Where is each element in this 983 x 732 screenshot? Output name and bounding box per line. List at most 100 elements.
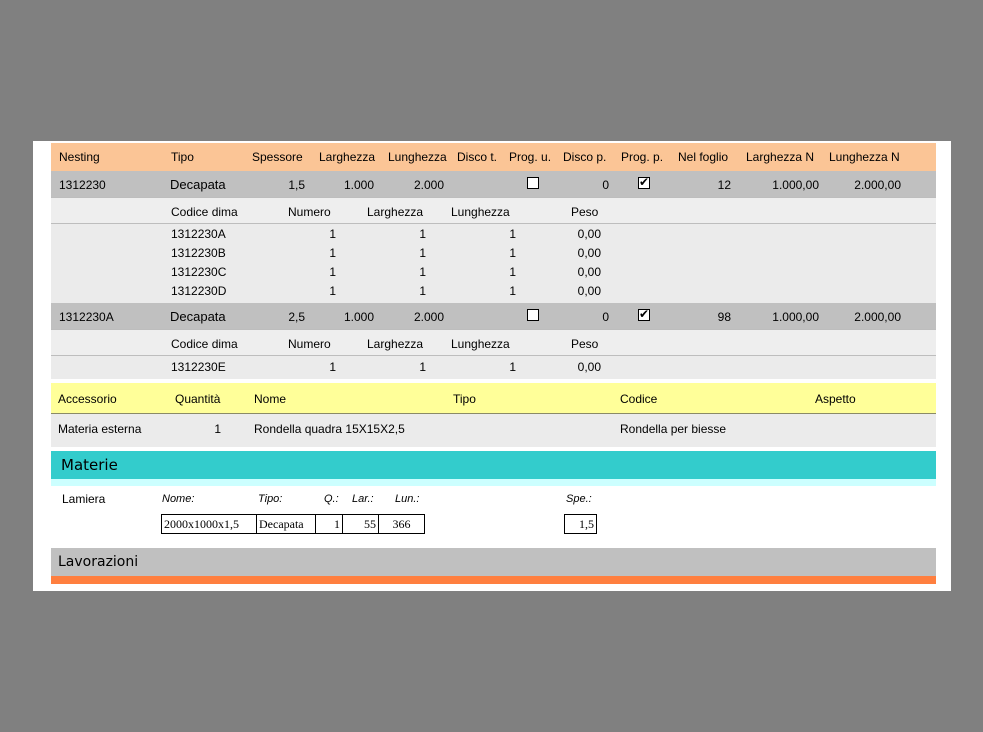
nesting-nel-foglio: 12 <box>717 178 731 192</box>
dima-row: 1312230A 1 1 1 0,00 <box>51 227 936 246</box>
prog-u-checkbox[interactable] <box>527 309 539 321</box>
dima-codice: 1312230C <box>171 265 227 279</box>
dima-row: 1312230B 1 1 1 0,00 <box>51 246 936 265</box>
label-spe: Spe.: <box>566 493 592 505</box>
materia-tipo-field: Decapata <box>256 514 316 534</box>
dima-lunghezza: 1 <box>509 246 516 260</box>
label-lar: Lar.: <box>352 493 374 505</box>
accessori-row: Materia esterna 1 Rondella quadra 15X15X… <box>51 414 936 447</box>
col-larghezza: Larghezza <box>319 150 376 164</box>
dima-peso: 0,00 <box>577 246 601 260</box>
nesting-larghezza: 1.000 <box>343 310 374 324</box>
lavorazioni-section-header: Lavorazioni <box>51 548 936 576</box>
dima-peso: 0,00 <box>577 284 601 298</box>
prog-u-checkbox[interactable] <box>527 177 539 189</box>
col-disco-p: Disco p. <box>563 150 607 164</box>
materie-label: Lamiera <box>62 492 106 506</box>
dima-larghezza: 1 <box>419 284 426 298</box>
accessori-table-header: Accessorio Quantità Nome Tipo Codice Asp… <box>51 383 936 414</box>
dima-peso: 0,00 <box>577 227 601 241</box>
dima-codice: 1312230E <box>171 360 226 374</box>
materia-q-field: 1 <box>315 514 343 534</box>
nesting-spessore: 2,5 <box>288 310 305 324</box>
col-larghezza-n: Larghezza N <box>746 150 815 164</box>
dima-list: 1312230E 1 1 1 0,00 <box>51 356 936 379</box>
dima-larghezza: 1 <box>419 227 426 241</box>
nesting-disco-p: 0 <box>602 178 609 192</box>
dima-row: 1312230D 1 1 1 0,00 <box>51 284 936 303</box>
col-aspetto: Aspetto <box>815 392 856 406</box>
nesting-code: 1312230A <box>59 310 114 324</box>
dima-peso: 0,00 <box>577 265 601 279</box>
col-dima-lunghezza: Lunghezza <box>451 337 510 351</box>
materie-title: Materie <box>61 456 118 474</box>
dima-numero: 1 <box>329 284 336 298</box>
col-peso: Peso <box>571 205 599 219</box>
col-dima-larghezza: Larghezza <box>367 337 424 351</box>
materie-section-header: Materie <box>51 451 936 479</box>
nesting-row: 1312230 Decapata 1,5 1.000 2.000 0 12 1.… <box>51 171 936 197</box>
col-quantita: Quantità <box>175 392 221 406</box>
col-tipo: Tipo <box>171 150 194 164</box>
nesting-lunghezza-n: 2.000,00 <box>854 310 901 324</box>
label-q: Q.: <box>324 493 339 505</box>
report-panel: Nesting Tipo Spessore Larghezza Lunghezz… <box>33 141 951 591</box>
col-dima-lunghezza: Lunghezza <box>451 205 510 219</box>
col-prog-p: Prog. p. <box>621 150 664 164</box>
dima-codice: 1312230B <box>171 246 226 260</box>
dima-numero: 1 <box>329 360 336 374</box>
materia-nome-field: 2000x1000x1,5 <box>161 514 257 534</box>
col-accessorio: Accessorio <box>58 392 117 406</box>
dima-peso: 0,00 <box>577 360 601 374</box>
nesting-larghezza: 1.000 <box>343 178 374 192</box>
acc-accessorio: Materia esterna <box>58 422 142 436</box>
lavorazioni-strip <box>51 576 936 584</box>
lavorazioni-title: Lavorazioni <box>58 554 139 570</box>
nesting-larghezza-n: 1.000,00 <box>772 310 819 324</box>
prog-p-checkbox[interactable] <box>638 307 650 321</box>
col-spessore: Spessore <box>252 150 303 164</box>
nesting-lunghezza: 2.000 <box>413 310 444 324</box>
col-codice-dima: Codice dima <box>171 205 238 219</box>
col-prog-u: Prog. u. <box>509 150 552 164</box>
nesting-row: 1312230A Decapata 2,5 1.000 2.000 0 98 1… <box>51 303 936 329</box>
nesting-table-header: Nesting Tipo Spessore Larghezza Lunghezz… <box>51 143 936 171</box>
dima-codice: 1312230A <box>171 227 226 241</box>
col-lunghezza-n: Lunghezza N <box>829 150 900 164</box>
dima-numero: 1 <box>329 265 336 279</box>
acc-quantita: 1 <box>214 422 221 436</box>
dima-lunghezza: 1 <box>509 227 516 241</box>
col-codice: Codice <box>620 392 658 406</box>
nesting-lunghezza-n: 2.000,00 <box>854 178 901 192</box>
materia-spe-field: 1,5 <box>564 514 597 534</box>
dima-table-header: Codice dima Numero Larghezza Lunghezza P… <box>51 329 936 356</box>
dima-list: 1312230A 1 1 1 0,00 1312230B 1 1 1 0,00 … <box>51 224 936 303</box>
dima-lunghezza: 1 <box>509 360 516 374</box>
col-nel-foglio: Nel foglio <box>678 150 729 164</box>
dima-larghezza: 1 <box>419 360 426 374</box>
label-tipo: Tipo: <box>258 493 283 505</box>
dima-lunghezza: 1 <box>509 265 516 279</box>
nesting-code: 1312230 <box>59 178 106 192</box>
acc-nome: Rondella quadra 15X15X2,5 <box>254 422 405 436</box>
dima-numero: 1 <box>329 227 336 241</box>
col-disco-t: Disco t. <box>457 150 498 164</box>
col-lunghezza: Lunghezza <box>388 150 447 164</box>
prog-p-checkbox[interactable] <box>638 175 650 189</box>
dima-row: 1312230C 1 1 1 0,00 <box>51 265 936 284</box>
nesting-nel-foglio: 98 <box>717 310 731 324</box>
nesting-tipo: Decapata <box>170 177 226 192</box>
nesting-spessore: 1,5 <box>288 178 305 192</box>
dima-lunghezza: 1 <box>509 284 516 298</box>
acc-codice: Rondella per biesse <box>620 422 727 436</box>
dima-larghezza: 1 <box>419 265 426 279</box>
col-acc-tipo: Tipo <box>453 392 476 406</box>
nesting-lunghezza: 2.000 <box>413 178 444 192</box>
nesting-larghezza-n: 1.000,00 <box>772 178 819 192</box>
dima-row: 1312230E 1 1 1 0,00 <box>51 360 936 379</box>
col-nesting: Nesting <box>59 150 100 164</box>
col-numero: Numero <box>288 205 331 219</box>
materie-strip <box>51 479 936 486</box>
dima-numero: 1 <box>329 246 336 260</box>
nesting-disco-p: 0 <box>602 310 609 324</box>
